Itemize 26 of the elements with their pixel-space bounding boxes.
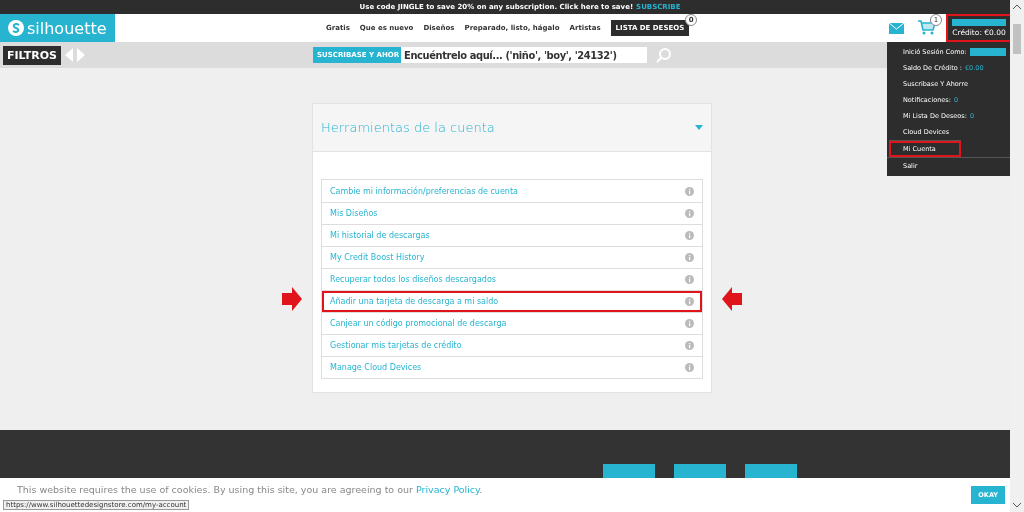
- scrollbar-thumb[interactable]: [1013, 24, 1021, 54]
- info-icon[interactable]: [685, 253, 694, 262]
- redacted-bar: [969, 48, 1006, 56]
- mail-icon[interactable]: [889, 22, 904, 34]
- pointer-arrow-icon: [722, 287, 742, 311]
- social-tile[interactable]: [745, 464, 797, 478]
- info-icon[interactable]: [685, 319, 694, 328]
- panel-title: Herramientas de la cuenta: [321, 120, 495, 135]
- info-icon[interactable]: [685, 186, 694, 196]
- search-field[interactable]: Encuéntrelo aquí... ('niño', 'boy', '24132'): [401, 47, 648, 63]
- info-icon[interactable]: [685, 275, 694, 284]
- search-icon[interactable]: [656, 47, 673, 63]
- prev-next-arrows-icon[interactable]: [65, 48, 86, 62]
- social-tile[interactable]: [603, 464, 655, 478]
- caret-icon[interactable]: [695, 125, 703, 130]
- scroll-up-icon[interactable]: [1013, 4, 1021, 10]
- info-icon[interactable]: [685, 231, 694, 240]
- info-icon[interactable]: [685, 341, 694, 350]
- social-tile[interactable]: [674, 464, 726, 478]
- filters-label[interactable]: FILTROS: [3, 45, 62, 65]
- info-icon[interactable]: [685, 209, 694, 218]
- pointer-arrow-icon: [282, 287, 302, 311]
- cookie-notice: This website requires the use of cookies. By using this site, you are agreeing to our Privacy Policy.: [17, 484, 483, 495]
- info-icon[interactable]: [685, 363, 694, 372]
- scroll-down-icon[interactable]: [1013, 502, 1021, 508]
- info-icon[interactable]: [685, 297, 694, 306]
